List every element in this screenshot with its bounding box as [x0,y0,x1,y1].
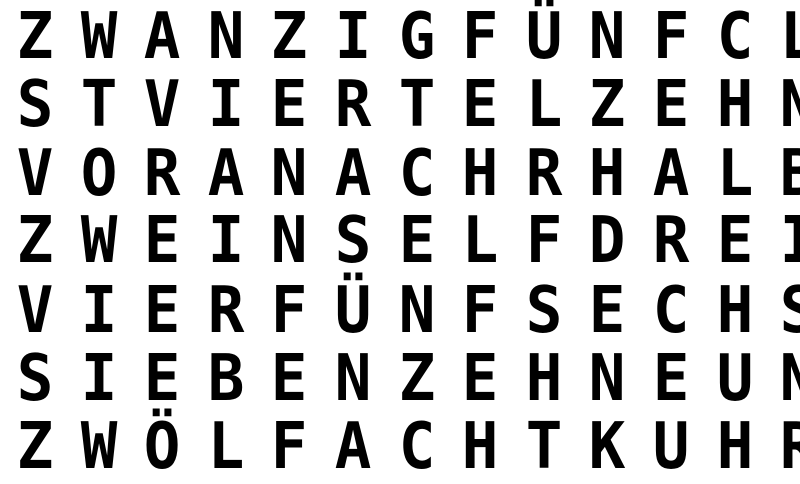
letter-cell: N [589,0,626,74]
letter-cell: Z [398,342,435,416]
letter-cell: O [80,137,117,211]
letter-cell: C [716,0,753,74]
letter-cell: U [716,342,753,416]
letter-cell: L [525,68,563,142]
letter-cell: H [589,137,626,211]
letter-cell: F [271,274,308,348]
letter-cell: W [80,410,117,484]
letter-cell: A [334,137,372,211]
letter-cell: F [271,410,308,484]
letter-cell: F [525,204,563,278]
letter-cell: E [271,68,308,142]
letter-cell: S [770,277,800,345]
letter-cell: N [271,204,308,278]
letter-row-3: VORANACHRHALB [0,140,800,208]
letter-row-5: VIERFÜNFSECHS [0,277,800,345]
letter-row-1: ZWANZIGFÜNFCL [0,3,800,71]
letter-row-2: STVIERTELZEHN [0,71,800,139]
letter-cell: I [207,204,245,278]
letter-cell: L [770,3,800,71]
letter-cell: N [398,274,435,348]
letter-row-7: ZWÖLFACHTKUHR [0,413,800,481]
letter-cell: T [525,410,563,484]
letter-cell: R [770,413,800,481]
letter-cell: H [525,342,563,416]
letter-cell: H [716,68,753,142]
letter-cell: E [398,204,435,278]
letter-cell: W [80,0,117,74]
letter-cell: Ü [334,274,372,348]
letter-cell: L [207,410,245,484]
word-clock-grid: ZWANZIGFÜNFCLSTVIERTELZEHNVORANACHRHALBZ… [0,0,800,481]
letter-cell: N [770,71,800,139]
letter-cell: E [461,342,499,416]
letter-cell: L [461,204,499,278]
letter-cell: N [207,0,245,74]
letter-cell: I [80,342,117,416]
letter-cell: E [652,342,690,416]
letter-cell: I [80,274,117,348]
letter-cell: H [461,137,499,211]
letter-cell: U [652,410,690,484]
letter-cell: V [143,68,181,142]
letter-cell: K [589,410,626,484]
letter-row-6: SIEBENZEHNEUN [0,345,800,413]
letter-cell: H [716,410,753,484]
letter-cell: E [589,274,626,348]
letter-cell: E [271,342,308,416]
letter-cell: Z [271,0,308,74]
letter-cell: E [143,204,181,278]
letter-cell: Z [16,204,54,278]
letter-cell: E [652,68,690,142]
letter-cell: E [716,204,753,278]
letter-cell: C [652,274,690,348]
letter-cell: A [652,137,690,211]
letter-cell: F [461,0,499,74]
letter-cell: I [334,0,372,74]
letter-cell: V [16,274,54,348]
letter-cell: F [652,0,690,74]
letter-cell: R [334,68,372,142]
letter-cell: N [334,342,372,416]
letter-cell: A [334,410,372,484]
letter-cell: A [207,137,245,211]
letter-cell: T [80,68,117,142]
letter-cell: R [652,204,690,278]
letter-cell: Z [16,0,54,74]
letter-cell: E [461,68,499,142]
letter-cell: S [525,274,563,348]
letter-cell: L [716,137,753,211]
letter-cell: B [770,140,800,208]
letter-cell: F [461,274,499,348]
letter-cell: Z [16,410,54,484]
letter-cell: D [589,204,626,278]
letter-row-4: ZWEINSELFDREI [0,207,800,275]
letter-cell: A [143,0,181,74]
letter-cell: E [143,342,181,416]
letter-cell: V [16,137,54,211]
letter-cell: H [716,274,753,348]
letter-cell: C [398,410,435,484]
letter-cell: Z [589,68,626,142]
letter-cell: I [770,207,800,275]
letter-cell: R [143,137,181,211]
letter-cell: S [16,68,54,142]
letter-cell: N [589,342,626,416]
letter-cell: E [143,274,181,348]
letter-cell: N [770,345,800,413]
letter-cell: S [334,204,372,278]
letter-cell: R [207,274,245,348]
letter-cell: I [207,68,245,142]
letter-cell: Ü [525,0,563,74]
letter-cell: W [80,204,117,278]
letter-cell: S [16,342,54,416]
letter-cell: Ö [143,410,181,484]
letter-cell: H [461,410,499,484]
letter-cell: C [398,137,435,211]
letter-cell: G [398,0,435,74]
letter-cell: R [525,137,563,211]
letter-cell: B [207,342,245,416]
letter-cell: T [398,68,435,142]
letter-cell: N [271,137,308,211]
